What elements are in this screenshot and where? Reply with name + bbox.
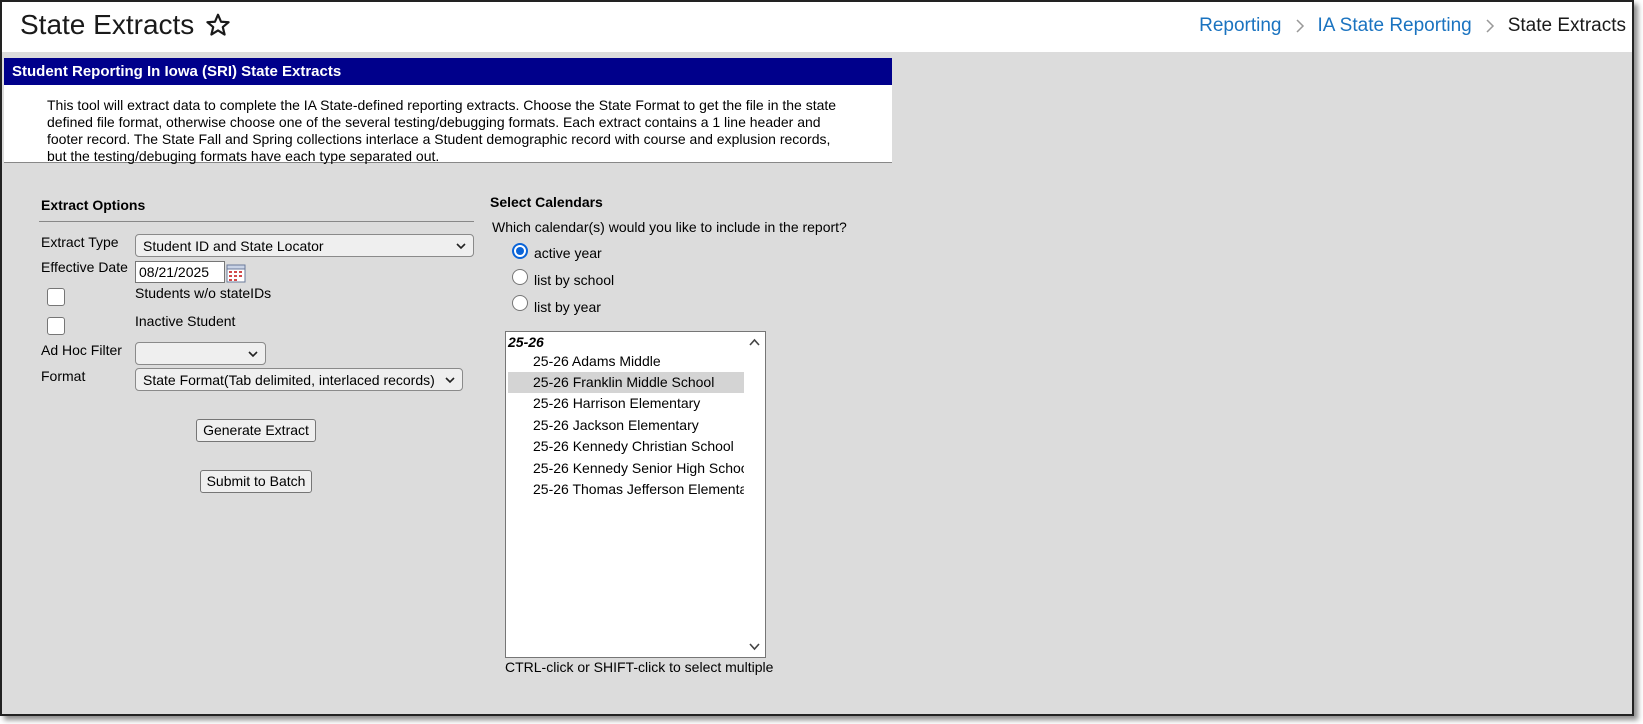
- extract-type-value: Student ID and State Locator: [143, 237, 324, 254]
- calendar-group-label: 25-26: [508, 334, 544, 350]
- effective-date-label: Effective Date: [41, 259, 128, 275]
- scroll-down-icon[interactable]: [749, 643, 760, 651]
- calendar-option[interactable]: 25-26 Adams Middle: [508, 351, 744, 372]
- panel-title: Student Reporting In Iowa (SRI) State Ex…: [4, 58, 892, 85]
- scroll-up-icon[interactable]: [749, 338, 760, 346]
- chevron-down-icon: [445, 376, 455, 383]
- submit-to-batch-button[interactable]: Submit to Batch: [200, 470, 312, 493]
- calendar-option[interactable]: 25-26 Thomas Jefferson Elementary: [508, 479, 744, 500]
- format-value: State Format(Tab delimited, interlaced r…: [143, 371, 435, 388]
- radio-active-year[interactable]: [512, 243, 528, 259]
- chevron-down-icon: [456, 242, 466, 249]
- chevron-right-icon: [1486, 19, 1494, 33]
- section-divider: [39, 221, 474, 222]
- description-box: This tool will extract data to complete …: [4, 85, 892, 164]
- calendar-option[interactable]: 25-26 Harrison Elementary: [508, 393, 744, 414]
- radio-list-by-year-label: list by year: [534, 299, 601, 315]
- top-bar: State Extracts Reporting IA State Report…: [2, 2, 1632, 52]
- inactive-student-label: Inactive Student: [135, 313, 236, 329]
- app-frame: State Extracts Reporting IA State Report…: [0, 0, 1634, 716]
- radio-list-by-school-label: list by school: [534, 272, 615, 288]
- format-label: Format: [41, 368, 86, 384]
- calendar-question: Which calendar(s) would you like to incl…: [492, 219, 847, 235]
- students-wo-stateids-label: Students w/o stateIDs: [135, 285, 272, 301]
- star-icon[interactable]: [205, 12, 231, 38]
- select-calendars-title: Select Calendars: [490, 194, 603, 210]
- calendar-option[interactable]: 25-26 Kennedy Senior High School: [508, 458, 744, 479]
- radio-active-year-label: active year: [534, 245, 602, 261]
- page-title: State Extracts: [20, 9, 195, 40]
- chevron-down-icon: [248, 350, 258, 357]
- generate-extract-button[interactable]: Generate Extract: [196, 419, 316, 442]
- format-select[interactable]: State Format(Tab delimited, interlaced r…: [135, 368, 463, 391]
- calendar-icon[interactable]: [226, 263, 246, 283]
- inactive-student-checkbox[interactable]: [47, 317, 65, 335]
- students-wo-stateids-checkbox[interactable]: [47, 288, 65, 306]
- multi-select-hint: CTRL-click or SHIFT-click to select mult…: [505, 659, 774, 675]
- listbox-scrollbar[interactable]: [744, 332, 765, 657]
- breadcrumb-current: State Extracts: [1507, 15, 1626, 36]
- extract-type-select[interactable]: Student ID and State Locator: [135, 234, 474, 257]
- calendar-option[interactable]: 25-26 Jackson Elementary: [508, 415, 744, 436]
- calendar-option[interactable]: 25-26 Kennedy Christian School: [508, 436, 744, 457]
- extract-type-label: Extract Type: [41, 234, 119, 250]
- calendar-option-selected[interactable]: 25-26 Franklin Middle School: [508, 372, 744, 393]
- ad-hoc-filter-select[interactable]: [135, 342, 266, 365]
- chevron-right-icon: [1295, 19, 1304, 33]
- breadcrumb-ia-state-reporting[interactable]: IA State Reporting: [1318, 15, 1472, 37]
- calendar-listbox[interactable]: 25-26 25-26 Adams Middle 25-26 Franklin …: [505, 331, 766, 658]
- extract-options-title: Extract Options: [41, 197, 146, 213]
- ad-hoc-filter-label: Ad Hoc Filter: [41, 342, 122, 358]
- breadcrumb-reporting[interactable]: Reporting: [1199, 15, 1281, 37]
- breadcrumb: Reporting IA State Reporting State Extra…: [1199, 15, 1626, 37]
- radio-list-by-year[interactable]: [512, 295, 528, 311]
- effective-date-input[interactable]: 08/21/2025: [135, 261, 225, 283]
- description-text: This tool will extract data to complete …: [47, 97, 837, 164]
- radio-list-by-school[interactable]: [512, 269, 528, 285]
